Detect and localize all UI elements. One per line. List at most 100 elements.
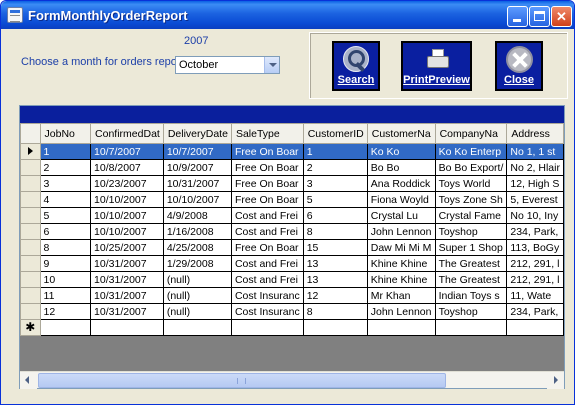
row-header[interactable] xyxy=(20,175,41,192)
table-cell[interactable]: 6 xyxy=(303,207,368,224)
search-button[interactable]: Search xyxy=(332,41,380,91)
table-cell[interactable]: 10/10/2007 xyxy=(90,223,164,240)
table-cell[interactable]: Toyshop xyxy=(435,303,508,320)
title-bar[interactable]: FormMonthlyOrderReport ✕ xyxy=(1,1,574,29)
table-cell[interactable]: 10/31/2007 xyxy=(90,287,164,304)
scrollbar-thumb[interactable] xyxy=(38,373,446,388)
table-cell[interactable]: 4/25/2008 xyxy=(163,239,232,256)
scroll-right-icon[interactable] xyxy=(547,372,564,389)
row-header[interactable] xyxy=(20,271,41,288)
grid-corner-cell[interactable] xyxy=(20,123,41,144)
column-header[interactable]: ConfirmedDat xyxy=(90,123,164,144)
table-cell[interactable]: 10/10/2007 xyxy=(90,207,164,224)
table-cell[interactable]: 4 xyxy=(40,191,92,208)
row-header[interactable]: ✱ xyxy=(20,319,41,336)
row-header[interactable] xyxy=(20,223,41,240)
table-cell[interactable] xyxy=(40,319,92,336)
table-cell[interactable]: Cost and Frei xyxy=(231,223,304,240)
row-header[interactable] xyxy=(20,191,41,208)
table-cell[interactable]: 234, Park, xyxy=(506,303,564,320)
table-cell[interactable]: 12 xyxy=(303,287,368,304)
table-cell[interactable]: Crystal Lu xyxy=(367,207,436,224)
table-cell[interactable]: Toyshop xyxy=(435,223,508,240)
column-header[interactable]: DeliveryDate xyxy=(162,123,232,144)
orders-data-grid[interactable]: JobNo ConfirmedDat DeliveryDate SaleType Cus… xyxy=(19,105,565,389)
table-cell[interactable]: 212, 291, l xyxy=(506,271,564,288)
table-cell[interactable]: Khine Khine xyxy=(367,271,436,288)
table-cell[interactable]: Ko Ko xyxy=(367,143,436,160)
table-cell[interactable]: Cost and Frei xyxy=(231,207,304,224)
table-cell[interactable]: No 10, Iny xyxy=(506,207,564,224)
table-cell[interactable]: John Lennon xyxy=(367,223,436,240)
table-cell[interactable]: Bo Bo xyxy=(367,159,436,176)
table-cell[interactable]: Cost and Frei xyxy=(231,271,304,288)
table-cell[interactable]: 10/8/2007 xyxy=(90,159,164,176)
table-cell[interactable]: The Greatest xyxy=(435,255,508,272)
table-cell[interactable]: 10/10/2007 xyxy=(163,191,232,208)
table-cell[interactable]: 12, High S xyxy=(506,175,564,192)
table-cell[interactable]: Indian Toys s xyxy=(435,287,508,304)
table-cell[interactable]: Ko Ko Enterp xyxy=(435,143,508,160)
table-cell[interactable]: Free On Boar xyxy=(231,175,304,192)
scroll-left-icon[interactable] xyxy=(20,372,37,389)
table-cell[interactable]: 10/31/2007 xyxy=(163,175,232,192)
table-cell[interactable]: 5 xyxy=(40,207,92,224)
table-cell[interactable] xyxy=(506,319,564,336)
table-cell[interactable]: 6 xyxy=(40,223,92,240)
row-header[interactable] xyxy=(20,207,41,224)
table-cell[interactable]: (null) xyxy=(163,287,232,304)
row-header[interactable] xyxy=(20,159,41,176)
table-cell[interactable]: 1 xyxy=(40,143,92,160)
print-preview-button[interactable]: PrintPreview xyxy=(401,41,472,91)
window-close-button[interactable]: ✕ xyxy=(551,6,572,27)
table-cell[interactable]: Free On Boar xyxy=(231,159,304,176)
table-cell[interactable]: 10/10/2007 xyxy=(90,191,164,208)
table-cell[interactable]: 8 xyxy=(40,239,92,256)
table-cell[interactable]: Daw Mi Mi M xyxy=(367,239,436,256)
table-cell[interactable]: 10/7/2007 xyxy=(163,143,232,160)
table-cell[interactable] xyxy=(90,319,164,336)
table-cell[interactable]: 10/25/2007 xyxy=(90,239,164,256)
table-row[interactable]: 3 10/23/2007 10/31/2007 Free On Boar 3 Ana Ro… xyxy=(20,175,564,192)
table-cell[interactable]: 10/9/2007 xyxy=(163,159,232,176)
table-row[interactable]: 5 10/10/2007 4/9/2008 Cost and Frei 6 Crystal… xyxy=(20,207,564,224)
column-header[interactable]: SaleType xyxy=(230,123,304,144)
row-header[interactable] xyxy=(20,239,41,256)
month-dropdown[interactable]: October xyxy=(175,56,280,74)
table-cell[interactable]: John Lennon xyxy=(367,303,436,320)
table-cell[interactable]: Free On Boar xyxy=(231,191,304,208)
table-cell[interactable]: Cost and Frei xyxy=(231,255,304,272)
table-cell[interactable] xyxy=(435,319,508,336)
table-cell[interactable]: 8 xyxy=(303,303,368,320)
table-cell[interactable]: 11 xyxy=(40,287,92,304)
column-header[interactable]: CustomerNa xyxy=(366,123,436,144)
chevron-down-icon[interactable] xyxy=(264,57,279,73)
table-cell[interactable]: 2 xyxy=(40,159,92,176)
table-cell[interactable] xyxy=(231,319,304,336)
row-header[interactable] xyxy=(20,287,41,304)
table-cell[interactable] xyxy=(163,319,232,336)
table-cell[interactable]: No 1, 1 st xyxy=(506,143,564,160)
table-cell[interactable]: 5, Everest xyxy=(506,191,564,208)
table-cell[interactable]: 10/31/2007 xyxy=(90,303,164,320)
table-cell[interactable]: No 2, Hlair xyxy=(506,159,564,176)
close-button[interactable]: Close xyxy=(495,41,543,91)
table-cell[interactable]: Super 1 Shop xyxy=(435,239,508,256)
table-cell[interactable]: 10/23/2007 xyxy=(90,175,164,192)
row-header[interactable] xyxy=(20,255,41,272)
table-cell[interactable]: 2 xyxy=(303,159,368,176)
table-row[interactable]: 6 10/10/2007 1/16/2008 Cost and Frei 8 John L… xyxy=(20,223,564,240)
table-cell[interactable]: 10/31/2007 xyxy=(90,255,164,272)
row-header[interactable] xyxy=(20,303,41,320)
table-cell[interactable]: 13 xyxy=(303,271,368,288)
table-cell[interactable]: 212, 291, l xyxy=(506,255,564,272)
table-cell[interactable]: 5 xyxy=(303,191,368,208)
table-cell[interactable] xyxy=(303,319,368,336)
column-header[interactable]: CompanyNa xyxy=(434,123,508,144)
table-cell[interactable]: 8 xyxy=(303,223,368,240)
table-cell[interactable]: Ana Roddick xyxy=(367,175,436,192)
column-header[interactable]: CustomerID xyxy=(302,123,368,144)
column-header[interactable]: Address xyxy=(506,123,564,144)
table-row[interactable]: 12 10/31/2007 (null) Cost Insuranc 8 John Len… xyxy=(20,303,564,320)
table-cell[interactable]: 113, BoGy xyxy=(506,239,564,256)
